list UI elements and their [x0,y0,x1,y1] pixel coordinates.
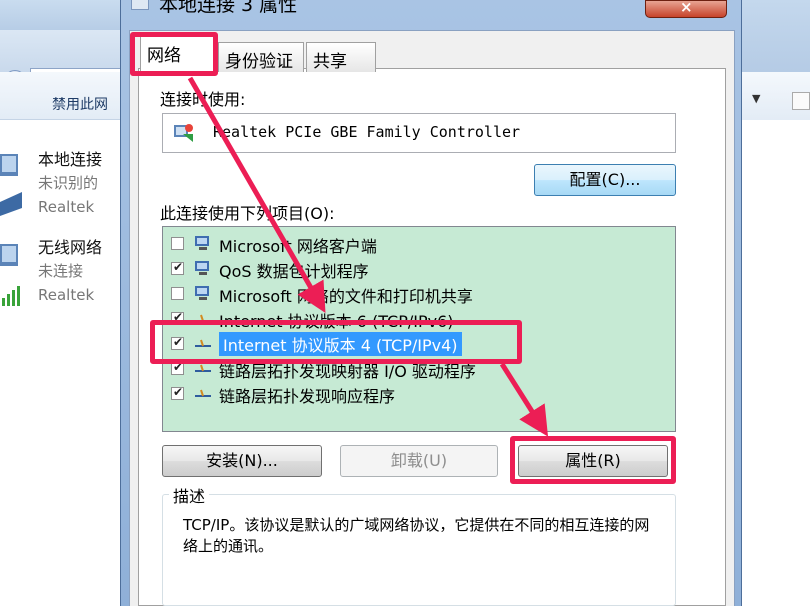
connection-status: 未连接 [38,262,84,280]
item-label: QoS 数据包计划程序 [219,262,369,281]
background-toolbar: 禁用此网 [0,72,130,120]
connection-adapter: Realtek [38,286,95,304]
scroll-button[interactable] [792,92,810,110]
uninstall-button[interactable]: 卸载(U) [340,445,498,477]
file-share-icon [195,286,209,300]
connection-name: 本地连接 [38,150,103,169]
background-window-right: ▼ [740,0,810,606]
close-icon: × [680,0,693,16]
background-title-bar-right [740,0,810,72]
background-title-bar [0,0,130,30]
connect-using-label: 连接时使用: [160,90,246,109]
item-label: Microsoft 网络的文件和打印机共享 [219,287,473,306]
list-item[interactable]: ✔ 链路层拓扑发现响应程序 [163,381,675,406]
item-checkbox[interactable] [171,237,184,250]
description-group: 描述 TCP/IP。该协议是默认的广域网络协议，它提供在不同的相互连接的网络上的… [162,483,676,606]
local-connection-icon [0,154,22,216]
network-client-icon [195,236,209,250]
list-item[interactable]: ✔ QoS 数据包计划程序 [163,256,675,281]
background-explorer-window: ▾ « 网络 禁用此网 本地连接 未识别的 Realtek 无线网络 未连接 R [0,0,130,606]
adapter-field: Realtek PCIe GBE Family Controller [162,113,676,153]
item-label: Microsoft 网络客户端 [219,237,377,256]
protocol-icon [195,389,211,397]
items-label: 此连接使用下列项目(O): [160,204,335,223]
network-adapter-icon [174,124,193,142]
connection-status: 未识别的 [38,174,99,192]
dialog-title: 本地连接 3 属性 [159,0,298,16]
close-button[interactable]: × [645,0,727,18]
dropdown-arrow-icon[interactable]: ▼ [752,92,760,105]
checkmark-icon: ✔ [173,385,184,399]
tab-authentication[interactable]: 身份验证 [218,42,304,72]
item-label: 链路层拓扑发现响应程序 [219,387,396,406]
checkmark-icon: ✔ [173,260,184,274]
disable-device-button[interactable]: 禁用此网 [52,94,108,114]
item-checkbox[interactable]: ✔ [171,260,184,275]
item-checkbox[interactable] [171,287,184,300]
highlight-ipv4-item [150,320,522,364]
connection-adapter: Realtek [38,198,95,216]
description-text: TCP/IP。该协议是默认的广域网络协议，它提供在不同的相互连接的网络上的通讯。 [183,516,650,555]
adapter-name: Realtek PCIe GBE Family Controller [213,123,521,141]
install-button[interactable]: 安装(N)... [162,445,322,477]
tab-sharing[interactable]: 共享 [306,42,376,72]
highlight-properties-button [510,436,676,484]
item-checkbox[interactable]: ✔ [171,385,184,400]
list-item[interactable]: Microsoft 网络客户端 [163,231,675,256]
window-icon [131,0,149,10]
qos-icon [195,261,209,275]
connection-item-local[interactable]: 本地连接 未识别的 Realtek [0,140,130,230]
description-title: 描述 [169,483,210,507]
list-item[interactable]: Microsoft 网络的文件和打印机共享 [163,281,675,306]
background-address-bar: ▾ « 网络 [0,30,130,94]
connection-name: 无线网络 [38,238,103,257]
highlight-network-tab [130,32,218,76]
connection-item-wireless[interactable]: 无线网络 未连接 Realtek [0,228,130,318]
wireless-connection-icon [0,244,20,306]
configure-button[interactable]: 配置(C)... [534,164,676,196]
